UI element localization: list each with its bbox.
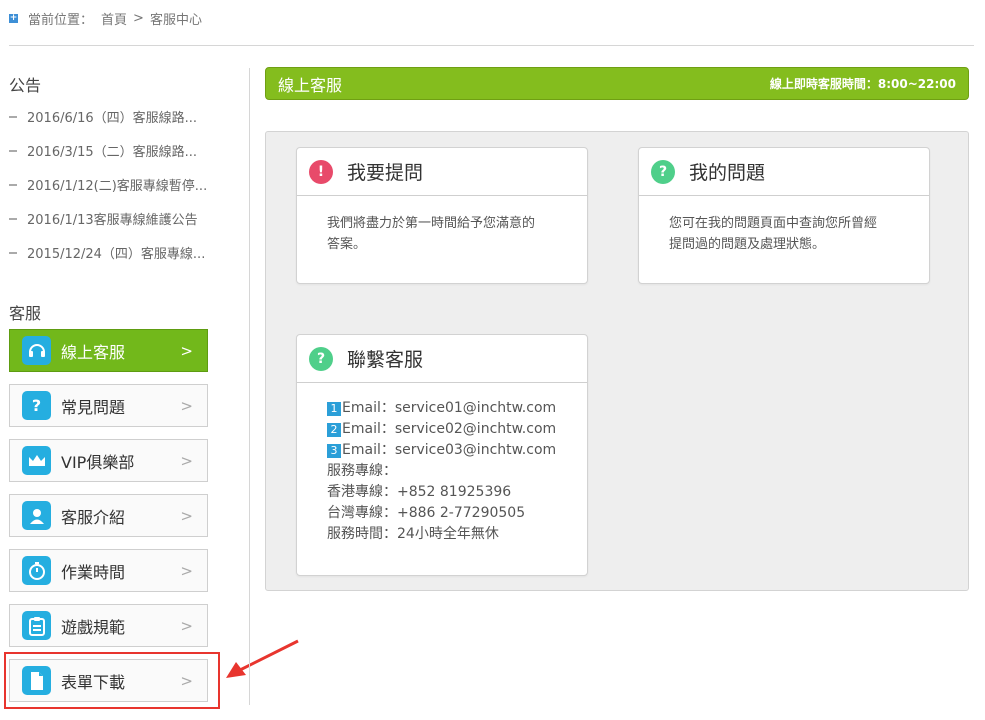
card-text: 我們將盡力於第一時間給予您滿意的 xyxy=(327,216,536,231)
sidebar-item-online-service[interactable]: 線上客服 > xyxy=(9,329,208,372)
hk-hotline: 香港專線：+852 81925396 xyxy=(327,484,512,500)
sidebar-item-business-hours[interactable]: 作業時間 > xyxy=(9,549,208,592)
notice-item[interactable]: 2016/3/15（二）客服線路... xyxy=(9,141,197,160)
sidebar-item-label: VIP俱樂部 xyxy=(61,452,135,472)
notice-item[interactable]: 2015/12/24（四）客服專線... xyxy=(9,243,205,262)
breadcrumb-current: 客服中心 xyxy=(149,12,202,28)
notice-item[interactable]: 2016/1/12(二)客服專線暫停... xyxy=(9,175,207,194)
number-badge: 2 xyxy=(327,422,341,437)
page-title: 線上客服 xyxy=(278,75,343,95)
breadcrumb: 當前位置： 首頁 > 客服中心 xyxy=(9,9,202,28)
dash-icon xyxy=(9,183,17,186)
agent-icon xyxy=(22,501,51,530)
breadcrumb-prefix: 當前位置： xyxy=(28,12,94,28)
headset-icon xyxy=(22,336,51,365)
breadcrumb-home-link[interactable]: 首頁 xyxy=(101,9,127,28)
dash-icon xyxy=(9,217,17,220)
card-text: 您可在我的問題頁面中查詢您所曾經 xyxy=(669,216,878,231)
crown-icon xyxy=(22,446,51,475)
notice-item-label: 2016/3/15（二）客服線路... xyxy=(27,145,198,160)
card-title: 聯繫客服 xyxy=(347,349,424,371)
sidebar-item-label: 客服介紹 xyxy=(61,507,126,527)
clipboard-icon xyxy=(22,611,51,640)
plus-square-icon xyxy=(9,13,18,23)
card-body: 您可在我的問題頁面中查詢您所曾經 提問過的問題及處理狀態。 xyxy=(639,196,929,272)
column-divider xyxy=(249,68,250,705)
chevron-right-icon: > xyxy=(180,561,193,580)
email-text: Email：service03@inchtw.com xyxy=(342,442,557,458)
sidebar-item-vip-club[interactable]: VIP俱樂部 > xyxy=(9,439,208,482)
chevron-right-icon: > xyxy=(180,451,193,470)
breadcrumb-separator: > xyxy=(133,10,144,26)
notice-item-label: 2015/12/24（四）客服專線... xyxy=(27,247,206,262)
notice-item[interactable]: 2016/1/13客服專線維護公告 xyxy=(9,209,198,228)
service-section-title: 客服 xyxy=(9,304,42,323)
number-badge: 1 xyxy=(327,401,341,416)
question-circle-icon: ? xyxy=(309,346,333,371)
card-body: 我們將盡力於第一時間給予您滿意的 答案。 xyxy=(297,196,587,272)
sidebar-item-faq[interactable]: ? 常見問題 > xyxy=(9,384,208,427)
chevron-right-icon: > xyxy=(180,396,193,415)
contact-service-card: ? 聯繫客服 1 Email：service01@inchtw.com 2 Em… xyxy=(296,334,588,576)
number-badge: 3 xyxy=(327,443,341,458)
chevron-right-icon: > xyxy=(180,341,193,360)
email-text: Email：service01@inchtw.com xyxy=(342,400,557,416)
section-header: 線上客服 線上即時客服時間：8:00~22:00 xyxy=(265,67,969,100)
sidebar-item-service-intro[interactable]: 客服介紹 > xyxy=(9,494,208,537)
card-text: 提問過的問題及處理狀態。 xyxy=(669,237,826,252)
email-line[interactable]: 2 Email：service02@inchtw.com xyxy=(327,419,557,440)
card-header: ! 我要提問 xyxy=(297,148,587,196)
annotation-arrow-icon xyxy=(226,639,299,678)
notice-section-title: 公告 xyxy=(9,76,42,95)
tw-hotline: 台灣專線：+886 2-77290505 xyxy=(327,505,526,521)
question-circle-icon: ? xyxy=(651,159,675,184)
question-icon: ? xyxy=(22,391,51,420)
notice-item-label: 2016/6/16（四）客服線路... xyxy=(27,111,198,126)
dash-icon xyxy=(9,251,17,254)
hotline-label: 服務專線： xyxy=(327,463,397,479)
service-time: 服務時間：24小時全年無休 xyxy=(327,526,499,542)
sidebar-item-game-rules[interactable]: 遊戲規範 > xyxy=(9,604,208,647)
service-hours: 線上即時客服時間：8:00~22:00 xyxy=(769,77,956,91)
my-questions-card[interactable]: ? 我的問題 您可在我的問題頁面中查詢您所曾經 提問過的問題及處理狀態。 xyxy=(638,147,930,284)
card-body: 1 Email：service01@inchtw.com 2 Email：ser… xyxy=(297,383,587,562)
stopwatch-icon xyxy=(22,556,51,585)
card-title: 我要提問 xyxy=(347,162,424,184)
notice-item-label: 2016/1/12(二)客服專線暫停... xyxy=(27,179,208,194)
sidebar-item-label: 遊戲規範 xyxy=(61,617,126,637)
email-text: Email：service02@inchtw.com xyxy=(342,421,557,437)
notice-item[interactable]: 2016/6/16（四）客服線路... xyxy=(9,107,197,126)
card-header: ? 我的問題 xyxy=(639,148,929,196)
exclamation-circle-icon: ! xyxy=(309,159,333,184)
chevron-right-icon: > xyxy=(180,616,193,635)
highlight-box xyxy=(4,652,220,709)
email-line[interactable]: 1 Email：service01@inchtw.com xyxy=(327,398,557,419)
ask-question-card[interactable]: ! 我要提問 我們將盡力於第一時間給予您滿意的 答案。 xyxy=(296,147,588,284)
sidebar-item-label: 常見問題 xyxy=(61,397,126,417)
notice-item-label: 2016/1/13客服專線維護公告 xyxy=(27,213,198,228)
email-line[interactable]: 3 Email：service03@inchtw.com xyxy=(327,440,557,461)
sidebar-item-label: 線上客服 xyxy=(61,342,126,362)
card-text: 答案。 xyxy=(327,237,367,252)
card-header: ? 聯繫客服 xyxy=(297,335,587,383)
card-title: 我的問題 xyxy=(689,162,766,184)
dash-icon xyxy=(9,149,17,152)
dash-icon xyxy=(9,115,17,118)
sidebar-item-label: 作業時間 xyxy=(61,562,126,582)
chevron-right-icon: > xyxy=(180,506,193,525)
top-divider xyxy=(9,45,974,46)
